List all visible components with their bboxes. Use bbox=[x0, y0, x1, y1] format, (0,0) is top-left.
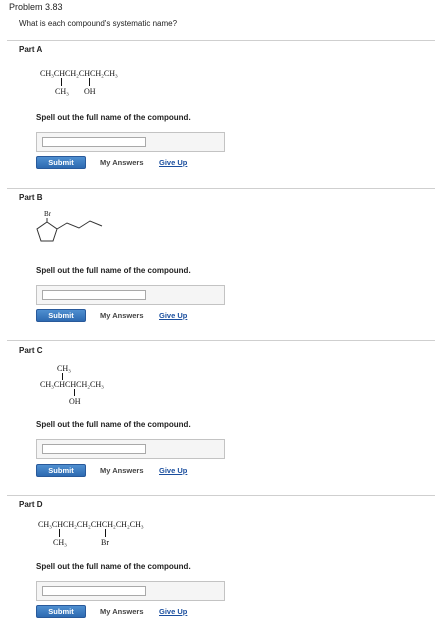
question-text: What is each compound's systematic name? bbox=[19, 19, 178, 28]
part-c-title: Part C bbox=[19, 346, 43, 355]
part-d-answer-box bbox=[36, 581, 225, 601]
part-a-substituent-1: CH₃ bbox=[55, 87, 69, 96]
bond-line bbox=[62, 373, 63, 380]
part-a-main-chain: CH₃CHCH₂CHCH₂CH₃ bbox=[40, 69, 118, 78]
part-c-answer-input[interactable] bbox=[42, 444, 146, 454]
part-c-instruction: Spell out the full name of the compound. bbox=[36, 420, 191, 429]
part-b-submit-button[interactable]: Submit bbox=[36, 309, 86, 322]
part-b-give-up-link[interactable]: Give Up bbox=[159, 311, 187, 320]
part-d-submit-button[interactable]: Submit bbox=[36, 605, 86, 618]
part-b-instruction: Spell out the full name of the compound. bbox=[36, 266, 191, 275]
part-a-give-up-link[interactable]: Give Up bbox=[159, 158, 187, 167]
part-a-instruction: Spell out the full name of the compound. bbox=[36, 113, 191, 122]
part-a-submit-button[interactable]: Submit bbox=[36, 156, 86, 169]
part-d-answer-input[interactable] bbox=[42, 586, 146, 596]
part-c-bottom-substituent: OH bbox=[69, 397, 81, 406]
problem-title: Problem 3.83 bbox=[9, 2, 63, 12]
bond-line bbox=[59, 529, 60, 537]
part-c-give-up-link[interactable]: Give Up bbox=[159, 466, 187, 475]
part-a-title: Part A bbox=[19, 45, 43, 54]
part-d-main-chain: CH₃CHCH₂CH₂CHCH₂CH₂CH₃ bbox=[38, 520, 144, 529]
bond-line bbox=[105, 529, 106, 537]
bond-line bbox=[89, 78, 90, 86]
part-a-answer-input[interactable] bbox=[42, 137, 146, 147]
part-a-my-answers-link[interactable]: My Answers bbox=[100, 158, 144, 167]
part-d-my-answers-link[interactable]: My Answers bbox=[100, 607, 144, 616]
part-d-title: Part D bbox=[19, 500, 43, 509]
divider bbox=[7, 340, 435, 341]
part-c-my-answers-link[interactable]: My Answers bbox=[100, 466, 144, 475]
part-c-submit-button[interactable]: Submit bbox=[36, 464, 86, 477]
part-d-substituent-2: Br bbox=[101, 538, 109, 547]
bond-line bbox=[74, 389, 75, 396]
bond-line bbox=[61, 78, 62, 86]
part-a-answer-box bbox=[36, 132, 225, 152]
divider bbox=[7, 495, 435, 496]
part-b-title: Part B bbox=[19, 193, 43, 202]
divider bbox=[7, 188, 435, 189]
part-a-substituent-2: OH bbox=[84, 87, 96, 96]
part-d-substituent-1: CH₃ bbox=[53, 538, 67, 547]
part-d-instruction: Spell out the full name of the compound. bbox=[36, 562, 191, 571]
part-c-main-chain: CH₃CHCHCH₂CH₃ bbox=[40, 380, 104, 389]
part-b-bromine-label: Br bbox=[44, 210, 51, 218]
part-b-answer-box bbox=[36, 285, 225, 305]
part-b-skeletal-structure bbox=[36, 218, 103, 242]
part-c-answer-box bbox=[36, 439, 225, 459]
part-b-my-answers-link[interactable]: My Answers bbox=[100, 311, 144, 320]
part-b-answer-input[interactable] bbox=[42, 290, 146, 300]
part-c-top-substituent: CH₃ bbox=[57, 364, 71, 373]
part-d-give-up-link[interactable]: Give Up bbox=[159, 607, 187, 616]
divider bbox=[7, 40, 435, 41]
